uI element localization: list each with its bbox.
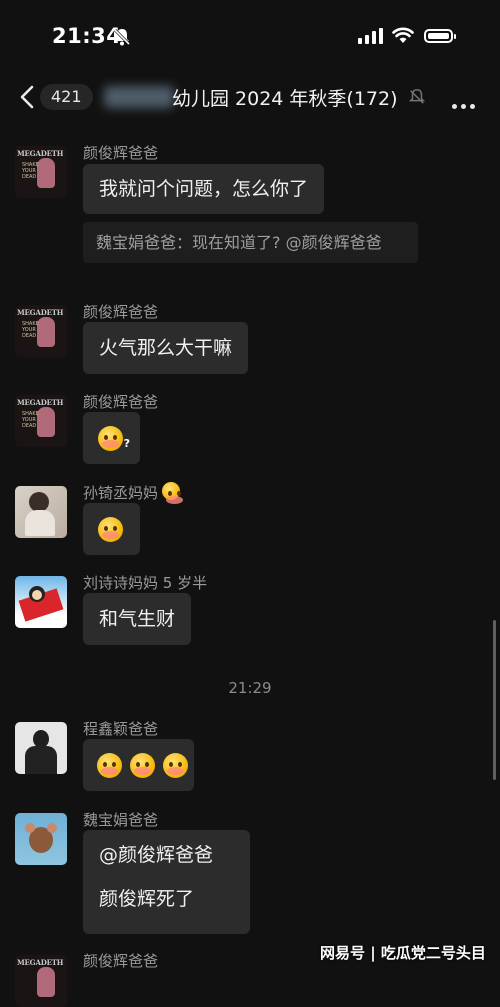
message-bubble[interactable]: 火气那么大干嘛 [83, 322, 249, 374]
message-text: 颜俊辉死了 [99, 888, 195, 910]
quoted-reply[interactable]: 魏宝娟爸爸：现在知道了? @颜俊辉爸爸 [83, 222, 418, 263]
clock: 21:34 [52, 24, 122, 48]
sender-name: 魏宝娟爸爸 [83, 811, 159, 829]
avatar[interactable]: MEGADETH SHAKE YOUR DEAD [15, 146, 67, 198]
avatar[interactable] [15, 486, 67, 538]
avatar-logo: MEGADETH [17, 149, 64, 158]
time-divider: 21:29 [228, 679, 272, 697]
blushing-face-emoji [130, 753, 156, 778]
avatar[interactable] [15, 576, 67, 628]
avatar-logo: MEGADETH [17, 308, 64, 317]
scrollbar[interactable] [493, 620, 496, 780]
bell-muted-icon [408, 89, 426, 104]
status-bar: 21:34 [0, 0, 500, 72]
signal-icon [358, 28, 383, 44]
sender-name: 颜俊辉爸爸 [83, 144, 159, 162]
avatar-logo: MEGADETH [17, 958, 64, 967]
back-arrow-icon[interactable] [18, 84, 36, 110]
avatar[interactable]: MEGADETH [15, 955, 67, 1007]
avatar[interactable] [15, 813, 67, 865]
wifi-icon [392, 27, 414, 43]
blushing-face-emoji [163, 753, 189, 778]
message-bubble[interactable]: @颜俊辉爸爸 颜俊辉死了 [83, 830, 250, 934]
unread-count-badge[interactable]: 421 [40, 84, 93, 110]
avatar[interactable]: MEGADETH SHAKE YOUR DEAD [15, 305, 67, 357]
bell-muted-icon [113, 28, 131, 46]
more-options-button[interactable] [452, 94, 479, 113]
sender-name: 程鑫颖爸爸 [83, 720, 159, 738]
sender-name: 孙锜丞妈妈 [83, 484, 159, 502]
emoji-bubble[interactable]: ? [83, 412, 140, 464]
blushing-face-emoji [97, 753, 122, 778]
avatar[interactable]: MEGADETH SHAKE YOUR DEAD [15, 395, 67, 447]
chat-title: 幼儿园 2024 年秋季(172) [172, 88, 398, 110]
mention-text: @颜俊辉爸爸 [99, 844, 214, 866]
sender-name: 颜俊辉爸爸 [83, 393, 159, 411]
woman-emoji [162, 482, 183, 504]
sender-name: 颜俊辉爸爸 [83, 303, 159, 321]
avatar[interactable] [15, 722, 67, 774]
watermark: 网易号 | 吃瓜党二号头目 [320, 944, 486, 962]
thinking-face-emoji: ? [98, 426, 130, 451]
message-bubble[interactable]: 我就问个问题，怎么你了 [83, 164, 325, 214]
avatar-logo: MEGADETH [17, 398, 64, 407]
sender-name: 颜俊辉爸爸 [83, 952, 159, 970]
chat-header: 421 幼儿园 2024 年秋季(172) [0, 72, 500, 122]
message-bubble[interactable]: 和气生财 [83, 593, 192, 645]
emoji-bubble[interactable] [83, 503, 140, 555]
sender-name: 刘诗诗妈妈 5 岁半 [83, 574, 208, 592]
battery-icon [424, 29, 456, 43]
blushing-face-emoji [98, 517, 123, 542]
emoji-bubble[interactable] [83, 739, 194, 791]
blurred-name [104, 86, 174, 108]
